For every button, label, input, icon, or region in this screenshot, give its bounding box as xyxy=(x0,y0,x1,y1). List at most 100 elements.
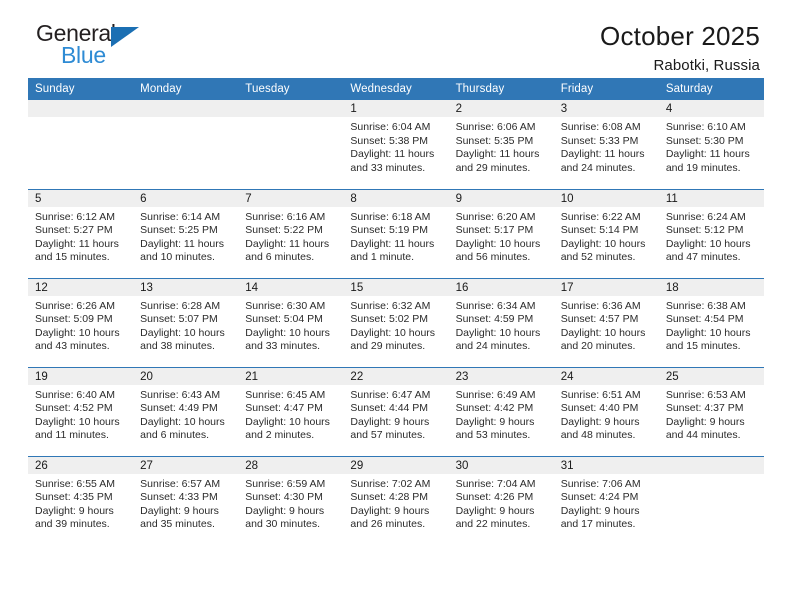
sunrise-text: Sunrise: 6:18 AM xyxy=(350,210,431,223)
daylight-text-line2: and 24 minutes. xyxy=(560,161,636,174)
daylight-text-line1: Daylight: 10 hours xyxy=(350,326,436,339)
day-details: Sunrise: 6:40 AM Sunset: 4:52 PM Daylight:… xyxy=(28,385,133,443)
sunset-text: Sunset: 5:07 PM xyxy=(140,313,218,326)
calendar-day-cell-empty xyxy=(238,100,344,189)
daylight-text-line1: Daylight: 9 hours xyxy=(245,504,325,517)
calendar-day-cell[interactable]: 20 Sunrise: 6:43 AM Sunset: 4:49 PM Dayligh… xyxy=(133,366,239,456)
daylight-text-line1: Daylight: 9 hours xyxy=(140,504,219,517)
day-number: 26 xyxy=(28,456,134,474)
calendar-day-cell[interactable]: 10 Sunrise: 6:22 AM Sunset: 5:14 PM Dayligh… xyxy=(553,188,659,278)
daylight-text-line2: and 33 minutes. xyxy=(245,340,320,353)
logo-triangle-icon xyxy=(111,27,139,47)
day-details: Sunrise: 6:45 AM Sunset: 4:47 PM Daylight:… xyxy=(238,385,343,443)
sunrise-text: Sunrise: 6:47 AM xyxy=(350,388,431,401)
calendar-day-cell[interactable]: 25 Sunrise: 6:53 AM Sunset: 4:37 PM Dayligh… xyxy=(658,366,764,456)
page-header: General Blue October 2025 Rabotki, Russi… xyxy=(28,0,764,78)
calendar-day-cell[interactable]: 7 Sunrise: 6:16 AM Sunset: 5:22 PM Daylight… xyxy=(238,188,344,278)
day-number: 3 xyxy=(553,100,659,117)
day-details: Sunrise: 6:28 AM Sunset: 5:07 PM Daylight:… xyxy=(133,296,238,354)
sunrise-text: Sunrise: 6:45 AM xyxy=(245,388,326,401)
day-details: Sunrise: 6:47 AM Sunset: 4:44 PM Daylight:… xyxy=(343,385,448,443)
calendar-day-cell[interactable]: 28 Sunrise: 6:59 AM Sunset: 4:30 PM Dayligh… xyxy=(238,455,344,545)
calendar-day-cell[interactable]: 3 Sunrise: 6:08 AM Sunset: 5:33 PM Daylight… xyxy=(553,100,659,189)
calendar-day-cell[interactable]: 12 Sunrise: 6:26 AM Sunset: 5:09 PM Dayligh… xyxy=(28,277,134,367)
sunset-text: Sunset: 5:09 PM xyxy=(35,313,113,326)
daylight-text-line2: and 19 minutes. xyxy=(665,161,741,174)
sunrise-text: Sunrise: 6:06 AM xyxy=(455,121,536,133)
sunrise-text: Sunrise: 6:49 AM xyxy=(455,388,536,401)
day-number: 12 xyxy=(28,278,134,296)
daylight-text-line2: and 1 minute. xyxy=(350,251,415,264)
title-block: October 2025 Rabotki, Russia xyxy=(600,22,764,74)
calendar-day-cell[interactable]: 31 Sunrise: 7:06 AM Sunset: 4:24 PM Dayligh… xyxy=(553,455,659,545)
sunset-text: Sunset: 5:02 PM xyxy=(350,313,429,326)
calendar-day-cell[interactable]: 2 Sunrise: 6:06 AM Sunset: 5:35 PM Daylight… xyxy=(448,100,554,189)
calendar-day-cell[interactable]: 4 Sunrise: 6:10 AM Sunset: 5:30 PM Daylight… xyxy=(658,100,764,189)
day-number xyxy=(133,100,239,117)
sunset-text: Sunset: 5:22 PM xyxy=(245,224,323,237)
calendar-day-cell[interactable]: 8 Sunrise: 6:18 AM Sunset: 5:19 PM Daylight… xyxy=(343,188,449,278)
weekday-header-sunday: Sunday xyxy=(28,78,134,100)
calendar-day-cell[interactable]: 15 Sunrise: 6:32 AM Sunset: 5:02 PM Dayligh… xyxy=(343,277,449,367)
sunset-text: Sunset: 4:30 PM xyxy=(245,491,323,504)
day-number xyxy=(28,100,134,117)
calendar-week-row: 5 Sunrise: 6:12 AM Sunset: 5:27 PM Daylight… xyxy=(28,188,764,278)
sunrise-text: Sunrise: 6:57 AM xyxy=(140,477,221,490)
day-number: 15 xyxy=(343,278,449,296)
calendar-day-cell[interactable]: 29 Sunrise: 7:02 AM Sunset: 4:28 PM Dayligh… xyxy=(343,455,449,545)
calendar-day-cell[interactable]: 24 Sunrise: 6:51 AM Sunset: 4:40 PM Dayligh… xyxy=(553,366,659,456)
calendar-day-cell[interactable]: 13 Sunrise: 6:28 AM Sunset: 5:07 PM Dayligh… xyxy=(133,277,239,367)
day-number: 6 xyxy=(133,189,239,207)
calendar-day-cell[interactable]: 26 Sunrise: 6:55 AM Sunset: 4:35 PM Dayligh… xyxy=(28,455,134,545)
calendar-week-row: 19 Sunrise: 6:40 AM Sunset: 4:52 PM Dayligh… xyxy=(28,366,764,456)
daylight-text-line2: and 29 minutes. xyxy=(350,340,426,353)
calendar-day-cell[interactable]: 27 Sunrise: 6:57 AM Sunset: 4:33 PM Dayligh… xyxy=(133,455,239,545)
calendar-grid: Sunday Monday Tuesday Wednesday Thursday… xyxy=(28,78,764,545)
day-number: 9 xyxy=(448,189,554,207)
daylight-text-line1: Daylight: 10 hours xyxy=(560,237,646,250)
day-details: Sunrise: 6:04 AM Sunset: 5:38 PM Daylight:… xyxy=(343,117,448,175)
daylight-text-line2: and 57 minutes. xyxy=(350,429,426,442)
daylight-text-line1: Daylight: 11 hours xyxy=(350,148,435,161)
sunrise-text: Sunrise: 7:06 AM xyxy=(560,477,641,490)
day-details: Sunrise: 6:53 AM Sunset: 4:37 PM Daylight:… xyxy=(659,385,764,443)
calendar-day-cell[interactable]: 16 Sunrise: 6:34 AM Sunset: 4:59 PM Dayligh… xyxy=(448,277,554,367)
daylight-text-line2: and 53 minutes. xyxy=(455,429,531,442)
day-number: 22 xyxy=(343,367,449,385)
day-number xyxy=(658,456,764,474)
calendar-day-cell[interactable]: 1 Sunrise: 6:04 AM Sunset: 5:38 PM Daylight… xyxy=(343,100,449,189)
calendar-day-cell[interactable]: 30 Sunrise: 7:04 AM Sunset: 4:26 PM Dayligh… xyxy=(448,455,554,545)
daylight-text-line2: and 52 minutes. xyxy=(560,251,636,264)
sunset-text: Sunset: 5:04 PM xyxy=(245,313,323,326)
sunrise-text: Sunrise: 6:24 AM xyxy=(665,210,746,223)
sunset-text: Sunset: 5:12 PM xyxy=(665,224,744,237)
calendar-day-cell[interactable]: 18 Sunrise: 6:38 AM Sunset: 4:54 PM Dayligh… xyxy=(658,277,764,367)
daylight-text-line2: and 30 minutes. xyxy=(245,518,320,531)
day-details: Sunrise: 6:55 AM Sunset: 4:35 PM Daylight:… xyxy=(28,474,133,532)
calendar-day-cell[interactable]: 9 Sunrise: 6:20 AM Sunset: 5:17 PM Daylight… xyxy=(448,188,554,278)
sunrise-text: Sunrise: 6:40 AM xyxy=(35,388,115,401)
day-number: 17 xyxy=(553,278,659,296)
calendar-day-cell[interactable]: 22 Sunrise: 6:47 AM Sunset: 4:44 PM Dayligh… xyxy=(343,366,449,456)
daylight-text-line2: and 20 minutes. xyxy=(560,340,636,353)
calendar-day-cell[interactable]: 19 Sunrise: 6:40 AM Sunset: 4:52 PM Dayligh… xyxy=(28,366,134,456)
generalblue-logo[interactable]: General Blue xyxy=(28,22,148,74)
calendar-day-cell[interactable]: 6 Sunrise: 6:14 AM Sunset: 5:25 PM Daylight… xyxy=(133,188,239,278)
calendar-day-cell[interactable]: 21 Sunrise: 6:45 AM Sunset: 4:47 PM Dayligh… xyxy=(238,366,344,456)
calendar-page: General Blue October 2025 Rabotki, Russi… xyxy=(0,0,792,612)
calendar-day-cell[interactable]: 5 Sunrise: 6:12 AM Sunset: 5:27 PM Daylight… xyxy=(28,188,134,278)
sunset-text: Sunset: 4:59 PM xyxy=(455,313,534,326)
day-details: Sunrise: 6:51 AM Sunset: 4:40 PM Daylight:… xyxy=(554,385,659,443)
day-details: Sunrise: 6:18 AM Sunset: 5:19 PM Daylight:… xyxy=(343,207,448,265)
calendar-day-cell[interactable]: 17 Sunrise: 6:36 AM Sunset: 4:57 PM Dayligh… xyxy=(553,277,659,367)
sunrise-text: Sunrise: 6:59 AM xyxy=(245,477,326,490)
day-details: Sunrise: 6:22 AM Sunset: 5:14 PM Daylight:… xyxy=(554,207,659,265)
day-details: Sunrise: 7:02 AM Sunset: 4:28 PM Daylight:… xyxy=(343,474,448,532)
sunrise-text: Sunrise: 6:20 AM xyxy=(455,210,536,223)
day-details: Sunrise: 6:32 AM Sunset: 5:02 PM Daylight:… xyxy=(343,296,448,354)
calendar-day-cell[interactable]: 14 Sunrise: 6:30 AM Sunset: 5:04 PM Dayligh… xyxy=(238,277,344,367)
daylight-text-line2: and 33 minutes. xyxy=(350,161,426,174)
daylight-text-line2: and 48 minutes. xyxy=(560,429,636,442)
calendar-day-cell[interactable]: 23 Sunrise: 6:49 AM Sunset: 4:42 PM Dayligh… xyxy=(448,366,554,456)
calendar-day-cell[interactable]: 11 Sunrise: 6:24 AM Sunset: 5:12 PM Dayligh… xyxy=(658,188,764,278)
